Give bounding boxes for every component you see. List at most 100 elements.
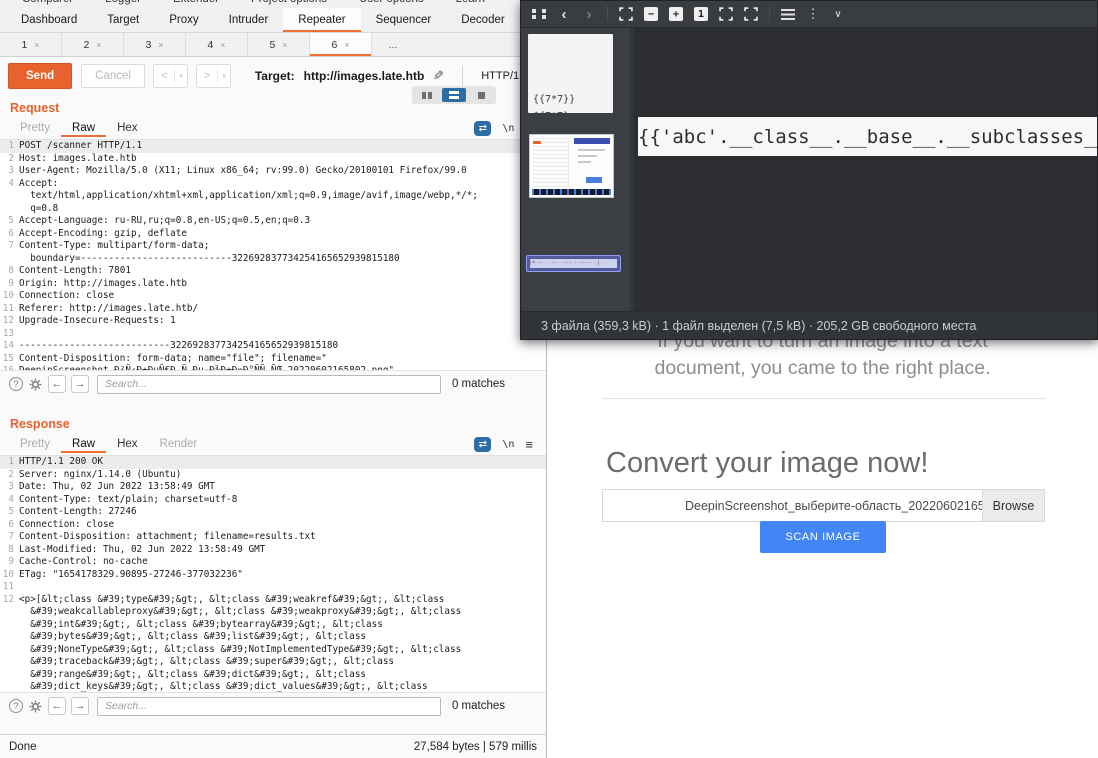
line-text: Cache-Control: no-cache bbox=[19, 556, 148, 569]
payload-line: ${7*7} bbox=[533, 108, 608, 113]
search-input[interactable]: Search... bbox=[97, 697, 441, 716]
back-icon[interactable]: ‹ bbox=[557, 6, 571, 23]
pencil-icon[interactable]: ✎ bbox=[433, 68, 444, 84]
burp-main-tab[interactable]: Proxy bbox=[154, 8, 213, 32]
thumbnails-grid-icon[interactable] bbox=[532, 9, 546, 19]
line-number: 2 bbox=[0, 153, 19, 166]
list-view-icon[interactable] bbox=[781, 9, 795, 20]
repeater-tab[interactable]: 4× bbox=[186, 33, 248, 56]
prev-request-button[interactable]: < ▾ bbox=[153, 64, 188, 88]
line-number: 6 bbox=[0, 519, 19, 532]
repeater-tab[interactable]: 2× bbox=[62, 33, 124, 56]
newline-toggle-icon[interactable]: \n bbox=[502, 123, 514, 134]
close-icon[interactable]: × bbox=[34, 40, 39, 50]
search-prev-button[interactable]: ← bbox=[48, 697, 66, 715]
response-editor[interactable]: 1HTTP/1.1 200 OK 2Server: nginx/1.14.0 (… bbox=[0, 455, 546, 693]
zoom-fit-icon[interactable] bbox=[619, 7, 633, 21]
burp-main-tab[interactable]: Intruder bbox=[214, 8, 284, 32]
next-request-button[interactable]: > ▾ bbox=[196, 64, 231, 88]
repeater-tab[interactable]: 3× bbox=[124, 33, 186, 56]
help-icon[interactable]: ? bbox=[9, 377, 23, 391]
newline-toggle-icon[interactable]: \n bbox=[502, 439, 514, 450]
close-icon[interactable]: × bbox=[344, 40, 349, 50]
burp-top-tab[interactable]: Comparer bbox=[22, 0, 73, 1]
line-text: Host: images.late.htb bbox=[19, 153, 137, 166]
match-count: 0 matches bbox=[452, 700, 505, 712]
repeater-tab[interactable]: 5× bbox=[248, 33, 310, 56]
close-icon[interactable]: × bbox=[158, 40, 163, 50]
scan-image-button[interactable]: SCAN IMAGE bbox=[760, 521, 886, 553]
view-tab[interactable]: Pretty bbox=[9, 435, 61, 453]
line-text: Server: nginx/1.14.0 (Ubuntu) bbox=[19, 469, 181, 482]
burp-main-tab[interactable]: Target bbox=[92, 8, 154, 32]
view-tab[interactable]: Pretty bbox=[9, 119, 61, 137]
view-tab[interactable]: Render bbox=[149, 435, 209, 453]
search-prev-button[interactable]: ← bbox=[48, 375, 66, 393]
kebab-menu-icon[interactable]: ⋮ bbox=[806, 6, 820, 22]
zoom-in-icon[interactable]: + bbox=[669, 7, 683, 21]
burp-top-tab[interactable]: Extender bbox=[173, 0, 219, 1]
gear-icon[interactable] bbox=[28, 699, 43, 714]
burp-main-tab[interactable]: Decoder bbox=[446, 8, 519, 32]
divider bbox=[462, 66, 463, 86]
search-input[interactable]: Search... bbox=[97, 375, 441, 394]
frameless-icon[interactable] bbox=[744, 7, 758, 21]
line-text: User-Agent: Mozilla/5.0 (X11; Linux x86_… bbox=[19, 165, 467, 178]
burp-top-tab[interactable]: User options bbox=[359, 0, 424, 1]
zoom-out-icon[interactable]: − bbox=[644, 7, 658, 21]
layout-columns-button[interactable] bbox=[415, 88, 439, 102]
view-tab[interactable]: Raw bbox=[61, 435, 106, 453]
burp-main-tab[interactable]: Dashboard bbox=[6, 8, 92, 32]
menu-icon[interactable]: ≡ bbox=[525, 437, 533, 452]
layout-rows-button[interactable] bbox=[442, 88, 466, 102]
thumbnail-payload-file[interactable]: {{7*7}}${7*7}<%= 7*7 %>${{7*7}} bbox=[528, 34, 613, 113]
line-number: 9 bbox=[0, 278, 19, 291]
request-editor[interactable]: 1POST /scanner HTTP/1.1 2Host: images.la… bbox=[0, 139, 546, 371]
repeater-tab-more[interactable]: ... bbox=[372, 33, 414, 56]
close-icon[interactable]: × bbox=[96, 40, 101, 50]
code-line: 12Upgrade-Insecure-Requests: 1 bbox=[0, 315, 546, 328]
help-icon[interactable]: ? bbox=[9, 699, 23, 713]
zoom-100-icon[interactable]: 1 bbox=[694, 7, 708, 21]
burp-main-tab[interactable]: Sequencer bbox=[361, 8, 447, 32]
close-icon[interactable]: × bbox=[220, 40, 225, 50]
fullscreen-icon[interactable] bbox=[719, 7, 733, 21]
send-button[interactable]: Send bbox=[8, 63, 72, 89]
preview-text: {{'abc'.__class__.__base__.__subclasses_… bbox=[638, 126, 1097, 148]
swap-icon[interactable]: ⇄ bbox=[474, 121, 491, 136]
burp-window: Comparer Logger Extender Project options Use… bbox=[0, 0, 547, 758]
view-tab[interactable]: Hex bbox=[106, 435, 148, 453]
chevron-down-icon[interactable]: ▾ bbox=[218, 72, 230, 80]
line-number: 7 bbox=[0, 240, 19, 253]
swap-icon[interactable]: ⇄ bbox=[474, 437, 491, 452]
chevron-down-icon[interactable]: ▾ bbox=[175, 72, 187, 80]
thumbnail-text-selected[interactable]: |= -- · -- · --- · ----- ·|· bbox=[526, 255, 621, 272]
close-icon[interactable]: × bbox=[282, 40, 287, 50]
view-tab[interactable]: Hex bbox=[106, 119, 148, 137]
line-number: 7 bbox=[0, 531, 19, 544]
burp-top-tabs-clipped: Comparer Logger Extender Project options Use… bbox=[0, 0, 546, 8]
repeater-tab[interactable]: 6× bbox=[310, 33, 372, 56]
layout-single-button[interactable] bbox=[469, 88, 493, 102]
burp-top-tab[interactable]: Learn bbox=[456, 0, 485, 1]
line-text: &#39;int&#39;&gt;, &lt;class &#39;bytear… bbox=[19, 619, 383, 632]
gear-icon[interactable] bbox=[28, 377, 43, 392]
search-next-button[interactable]: → bbox=[71, 697, 89, 715]
thumbnail-screenshot[interactable] bbox=[529, 134, 614, 198]
forward-icon[interactable]: › bbox=[582, 6, 596, 23]
line-text: Date: Thu, 02 Jun 2022 13:58:49 GMT bbox=[19, 481, 215, 494]
search-next-button[interactable]: → bbox=[71, 375, 89, 393]
repeater-tab[interactable]: 1× bbox=[0, 33, 62, 56]
burp-top-tab[interactable]: Logger bbox=[105, 0, 141, 1]
burp-main-tab[interactable]: Repeater bbox=[283, 8, 360, 32]
code-line: 3Date: Thu, 02 Jun 2022 13:58:49 GMT bbox=[0, 481, 546, 494]
burp-top-tab[interactable]: Project options bbox=[251, 0, 327, 1]
repeater-tab-number: 2 bbox=[83, 39, 89, 51]
chevron-down-icon[interactable]: ∨ bbox=[831, 9, 845, 20]
file-input[interactable]: DeepinScreenshot_выберите-область_202206… bbox=[602, 489, 1045, 522]
browse-button[interactable]: Browse bbox=[982, 490, 1044, 521]
match-count: 0 matches bbox=[452, 378, 505, 390]
cancel-button[interactable]: Cancel bbox=[81, 64, 145, 88]
view-tab[interactable]: Raw bbox=[61, 119, 106, 137]
http-version-toggle[interactable]: HTTP/1 bbox=[481, 70, 519, 82]
